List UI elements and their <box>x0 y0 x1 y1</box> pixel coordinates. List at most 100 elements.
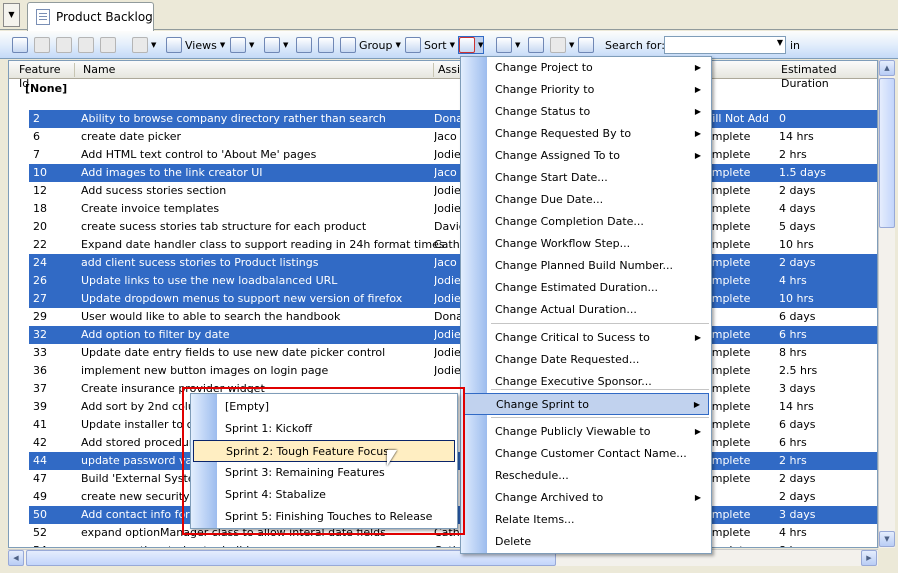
table-row[interactable]: 10 Add images to the link creator UI Jaco o… <box>29 164 877 182</box>
export-icon[interactable] <box>528 37 544 53</box>
group-icon <box>340 37 356 53</box>
submenu-arrow-icon: ▶ <box>694 151 701 160</box>
cell-feature-id: 44 <box>33 454 47 467</box>
table-row[interactable]: 26 Update links to use the new loadbalanc… <box>29 272 877 290</box>
menu-item-change-sprint-to[interactable]: Change Sprint to ▶ <box>463 393 709 415</box>
search-options-icon[interactable] <box>496 37 512 53</box>
sync-icon[interactable] <box>578 37 594 53</box>
cell-estimated-duration: 2 days <box>779 184 816 197</box>
new-item-icon[interactable] <box>12 37 28 53</box>
vertical-scrollbar[interactable]: ▲ ▼ <box>878 60 895 548</box>
cell-estimated-duration: 3 days <box>779 508 816 521</box>
scroll-down-icon[interactable]: ▼ <box>879 531 895 547</box>
cell-feature-id: 10 <box>33 166 47 179</box>
menu-item-change-requested-by-to[interactable]: Change Requested By to ▶ <box>463 123 709 145</box>
cell-feature-id: 24 <box>33 256 47 269</box>
menu-item-change-completion-date[interactable]: Change Completion Date... <box>463 211 709 233</box>
table-row[interactable]: 7 Add HTML text control to 'About Me' pag… <box>29 146 877 164</box>
submenu-arrow-icon: ▶ <box>694 333 701 342</box>
menu-item-change-critical-to-sucess-to[interactable]: Change Critical to Sucess to ▶ <box>463 327 709 349</box>
menu-item-change-workflow-step[interactable]: Change Workflow Step... <box>463 233 709 255</box>
menu-item-change-estimated-duration[interactable]: Change Estimated Duration... <box>463 277 709 299</box>
open-item-icon[interactable] <box>34 37 50 53</box>
columns-icon[interactable] <box>230 37 246 53</box>
cell-name: Add option to filter by date <box>81 328 230 341</box>
menu-item-relate-items[interactable]: Relate Items... <box>463 509 709 531</box>
menu-item-change-planned-build-number[interactable]: Change Planned Build Number... <box>463 255 709 277</box>
cell-name: add client sucess stories to Product lis… <box>81 256 319 269</box>
tab-list-dropdown[interactable]: ▼ <box>3 3 20 27</box>
menu-item-change-archived-to[interactable]: Change Archived to ▶ <box>463 487 709 509</box>
cell-feature-id: 36 <box>33 364 47 377</box>
menu-item-delete[interactable]: Delete <box>463 531 709 553</box>
menu-item-label: Delete <box>495 535 532 548</box>
menu-item-change-actual-duration[interactable]: Change Actual Duration... <box>463 299 709 321</box>
column-header-feature-id[interactable]: Feature Id <box>15 63 75 90</box>
submenu-arrow-icon: ▶ <box>694 129 701 138</box>
table-row[interactable]: 33 Update date entry fields to use new da… <box>29 344 877 362</box>
table-row[interactable]: 2 Ability to browse company directory rat… <box>29 110 877 128</box>
table-row[interactable]: 32 Add option to filter by date Jodie omple… <box>29 326 877 344</box>
group-button[interactable]: Group ▼ <box>340 36 401 54</box>
sort-icon <box>405 37 421 53</box>
cell-assigned: Dona <box>434 112 462 125</box>
table-row[interactable]: 27 Update dropdown menus to support new v… <box>29 290 877 308</box>
table-row[interactable]: 24 add client sucess stories to Product l… <box>29 254 877 272</box>
bulk-edit-button[interactable]: ▼ <box>458 36 485 54</box>
menu-item-change-status-to[interactable]: Change Status to ▶ <box>463 101 709 123</box>
menu-item-change-assigned-to-to[interactable]: Change Assigned To to ▶ <box>463 145 709 167</box>
cell-name: Add sucess stories section <box>81 184 227 197</box>
menu-item-change-customer-contact-name[interactable]: Change Customer Contact Name... <box>463 443 709 465</box>
delete-item-icon[interactable] <box>100 37 116 53</box>
submenu-arrow-icon: ▶ <box>693 400 700 409</box>
column-header-estimated-duration[interactable]: Estimated Duration <box>777 63 877 90</box>
table-row[interactable]: 18 Create invoice templates Jodie omplete 4 … <box>29 200 877 218</box>
print-icon[interactable] <box>550 37 566 53</box>
table-row[interactable]: 6 create date picker Jaco omplete 14 hrs <box>29 128 877 146</box>
table-row[interactable]: 29 User would like to able to search the … <box>29 308 877 326</box>
refresh-icon[interactable] <box>318 37 334 53</box>
filter-icon[interactable] <box>264 37 280 53</box>
vertical-scroll-thumb[interactable] <box>879 78 895 228</box>
table-row[interactable]: 20 create sucess stories tab structure fo… <box>29 218 877 236</box>
cell-estimated-duration: 6 days <box>779 310 816 323</box>
table-row[interactable]: 12 Add sucess stories section Jodie omplete… <box>29 182 877 200</box>
sort-button[interactable]: Sort ▼ <box>405 36 455 54</box>
search-label: Search for: <box>605 38 665 52</box>
menu-item-change-publicly-viewable-to[interactable]: Change Publicly Viewable to ▶ <box>463 421 709 443</box>
menu-item-change-start-date[interactable]: Change Start Date... <box>463 167 709 189</box>
menu-item-change-due-date[interactable]: Change Due Date... <box>463 189 709 211</box>
cell-feature-id: 52 <box>33 526 47 539</box>
scroll-left-icon[interactable]: ◀ <box>8 550 24 566</box>
table-row[interactable]: 22 Expand date handler class to support r… <box>29 236 877 254</box>
group-header-none[interactable]: [None] <box>25 82 67 95</box>
filter-edit-icon[interactable] <box>296 37 312 53</box>
search-input[interactable]: ▼ <box>664 36 786 54</box>
cell-feature-id: 50 <box>33 508 47 521</box>
cell-feature-id: 12 <box>33 184 47 197</box>
table-row[interactable]: 36 implement new button images on login p… <box>29 362 877 380</box>
views-icon <box>166 37 182 53</box>
document-icon <box>36 9 50 25</box>
horizontal-scrollbar[interactable]: ◀ ▶ <box>8 549 878 566</box>
views-button[interactable]: Views ▼ <box>166 36 225 54</box>
menu-item-change-date-requested[interactable]: Change Date Requested... <box>463 349 709 371</box>
menu-item-change-priority-to[interactable]: Change Priority to ▶ <box>463 79 709 101</box>
menu-item-change-project-to[interactable]: Change Project to ▶ <box>463 57 709 79</box>
column-header-name[interactable]: Name <box>79 63 434 77</box>
link-icon[interactable] <box>132 37 148 53</box>
cell-feature-id: 49 <box>33 490 47 503</box>
cell-feature-id: 26 <box>33 274 47 287</box>
cell-assigned: Jaco <box>434 166 457 179</box>
tab-product-backlog[interactable]: Product Backlog <box>27 2 154 31</box>
copy-item-icon[interactable] <box>78 37 94 53</box>
scroll-up-icon[interactable]: ▲ <box>879 60 895 76</box>
scroll-right-icon[interactable]: ▶ <box>861 550 877 566</box>
menu-item-reschedule[interactable]: Reschedule... <box>463 465 709 487</box>
document-tab-strip: ▼ Product Backlog <box>0 0 898 31</box>
edit-item-icon[interactable] <box>56 37 72 53</box>
search-dropdown-icon[interactable]: ▼ <box>777 38 783 47</box>
menu-item-label: Change Customer Contact Name... <box>495 447 687 460</box>
table-row[interactable]: 54remove antiquated entry builderCathyom… <box>29 542 877 547</box>
cell-assigned: Davic <box>434 220 462 233</box>
